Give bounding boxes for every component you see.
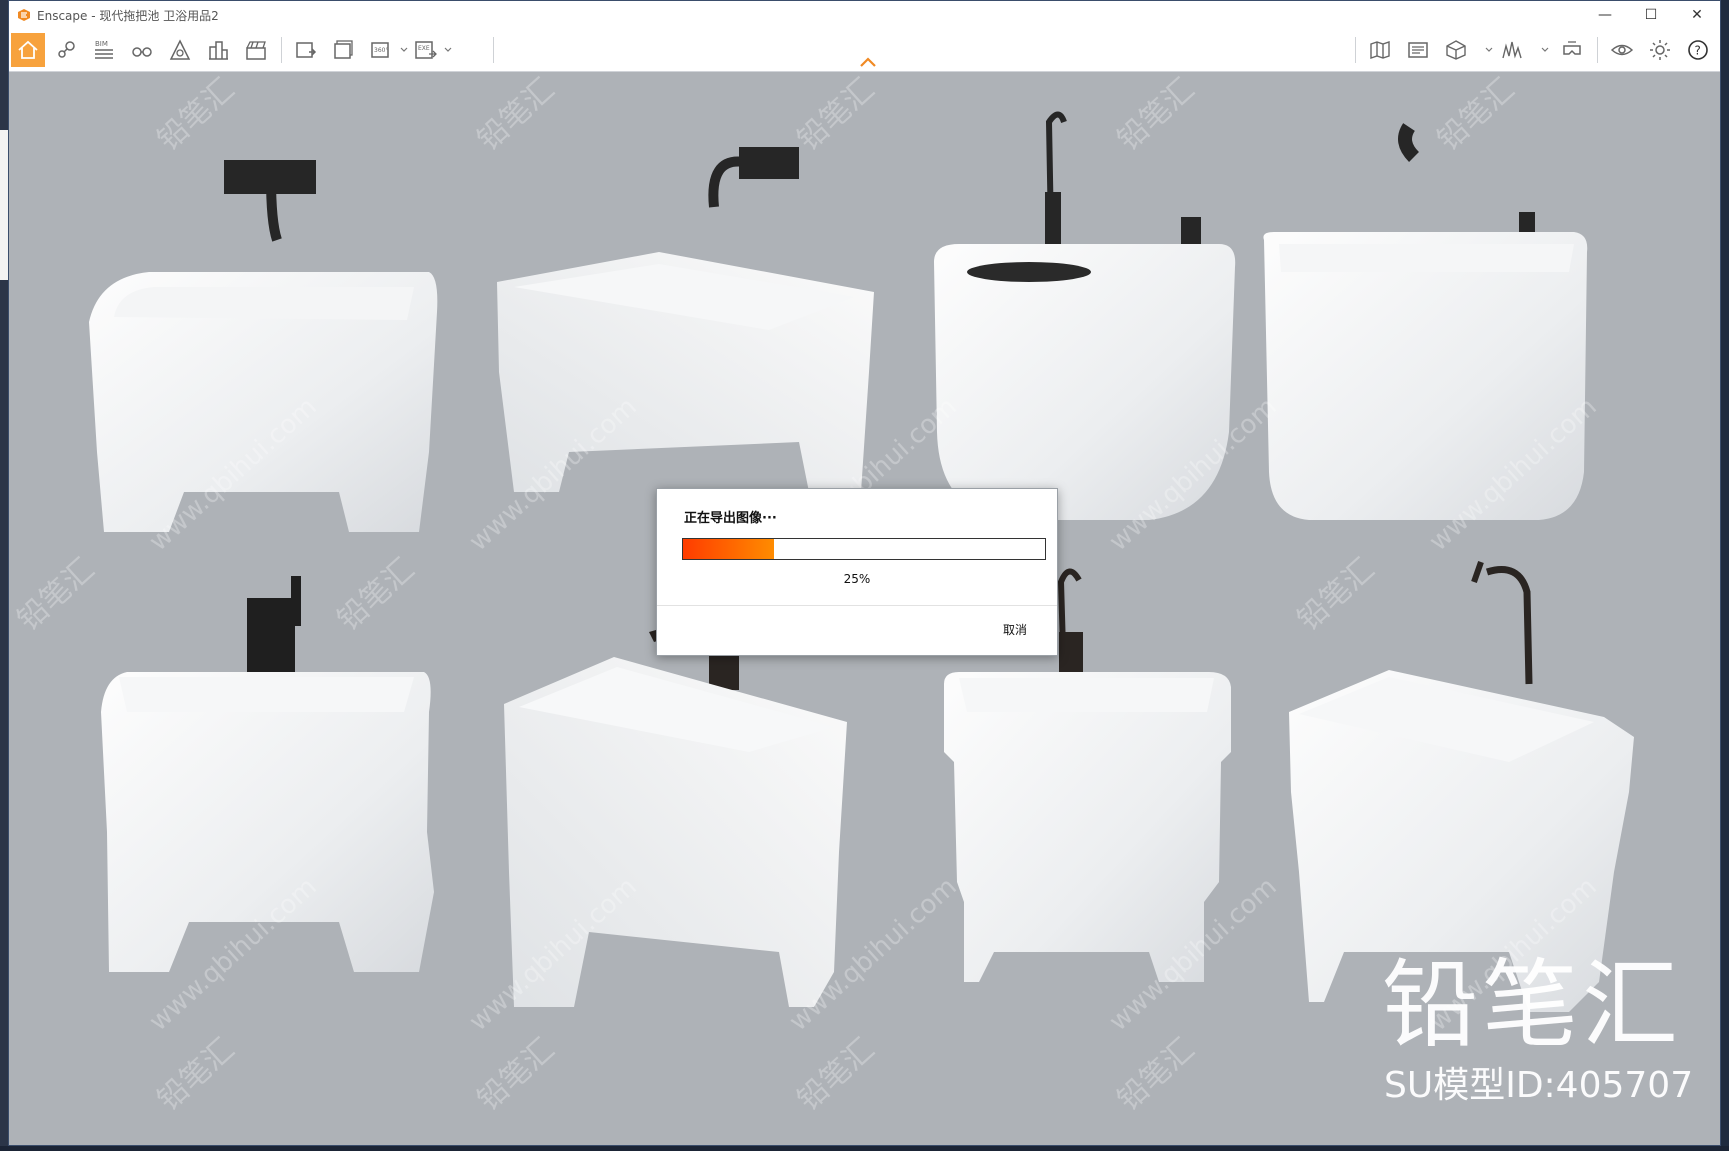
- sink-2: [497, 147, 874, 492]
- help-icon: ?: [1688, 40, 1708, 60]
- svg-text:铅笔汇: 铅笔汇: [151, 72, 241, 158]
- home-button[interactable]: [11, 33, 45, 67]
- dialog-title: 正在导出图像···: [684, 511, 777, 526]
- export-exe-icon: EXE: [415, 41, 437, 59]
- sink-1: [89, 160, 438, 532]
- render-settings-button[interactable]: [1401, 33, 1435, 67]
- cube-icon: [1446, 40, 1466, 60]
- buildings-button[interactable]: [201, 33, 235, 67]
- vr-headset-button[interactable]: [1555, 33, 1589, 67]
- svg-text:铅笔汇: 铅笔汇: [471, 1032, 561, 1118]
- svg-text:?: ?: [1695, 44, 1701, 58]
- desktop-window-edge: [0, 130, 8, 280]
- toolbar-separator: [1355, 37, 1356, 63]
- title-bar[interactable]: Enscape - 现代拖把池 卫浴用品2 — ☐ ✕: [9, 1, 1720, 29]
- panorama-360-icon: 360°: [371, 42, 389, 58]
- progress-bar-fill: [683, 539, 774, 559]
- chevron-down-icon[interactable]: [400, 46, 408, 54]
- svg-text:铅笔汇: 铅笔汇: [1431, 72, 1521, 158]
- toolbar-separator: [281, 37, 282, 63]
- export-exe-button[interactable]: EXE: [409, 33, 443, 67]
- export-progress-dialog: 正在导出图像··· 25% 取消: [656, 488, 1058, 656]
- help-button[interactable]: ?: [1681, 33, 1715, 67]
- svg-text:铅笔汇: 铅笔汇: [1291, 552, 1381, 638]
- binoculars-icon: [132, 47, 152, 57]
- asset-library-icon: [169, 39, 191, 60]
- vr-headset-icon: [1563, 41, 1581, 55]
- visibility-button[interactable]: [1605, 33, 1639, 67]
- cancel-button[interactable]: 取消: [1003, 621, 1027, 638]
- enscape-logo-icon: [18, 9, 30, 21]
- location-icon: [58, 41, 75, 58]
- sink-8: [1289, 561, 1634, 1012]
- bim-button[interactable]: BIM: [87, 33, 121, 67]
- collapse-toolbar-chevron-icon[interactable]: [859, 56, 877, 68]
- bim-icon: BIM: [95, 40, 113, 59]
- chart-button[interactable]: [1495, 33, 1529, 67]
- minimize-button[interactable]: —: [1582, 1, 1628, 29]
- screenshot-button[interactable]: [289, 33, 323, 67]
- screenshot-icon: [296, 42, 317, 58]
- desktop-bottom-edge: [0, 1146, 1729, 1151]
- svg-text:BIM: BIM: [95, 40, 108, 48]
- close-button[interactable]: ✕: [1674, 1, 1720, 29]
- render-settings-icon: [1408, 42, 1428, 58]
- svg-text:铅笔汇: 铅笔汇: [11, 552, 101, 638]
- model-id-label: SU模型ID:405707: [1384, 1065, 1694, 1106]
- progress-bar: [682, 538, 1046, 560]
- batch-render-icon: [334, 40, 353, 59]
- eye-icon: [1610, 44, 1634, 56]
- toolbar-separator: [493, 37, 494, 63]
- svg-text:360°: 360°: [374, 47, 388, 54]
- svg-text:EXE: EXE: [418, 45, 430, 52]
- map-icon: [1370, 41, 1390, 59]
- buildings-icon: [209, 41, 228, 60]
- home-icon: [18, 40, 38, 59]
- location-button[interactable]: [49, 33, 83, 67]
- svg-text:铅笔汇: 铅笔汇: [1111, 1032, 1201, 1118]
- svg-text:铅笔汇: 铅笔汇: [791, 72, 881, 158]
- brand-logo-text: 铅笔汇: [1382, 949, 1682, 1061]
- settings-button[interactable]: [1643, 33, 1677, 67]
- map-button[interactable]: [1363, 33, 1397, 67]
- dialog-divider: [657, 605, 1057, 606]
- panorama-button[interactable]: 360°: [365, 33, 399, 67]
- chevron-down-icon[interactable]: [444, 46, 452, 54]
- svg-text:铅笔汇: 铅笔汇: [151, 1032, 241, 1118]
- desktop-left-edge: [0, 0, 8, 1151]
- binoculars-button[interactable]: [125, 33, 159, 67]
- gear-icon: [1650, 40, 1670, 60]
- window-title: Enscape - 现代拖把池 卫浴用品2: [37, 8, 219, 23]
- cube-button[interactable]: [1439, 33, 1473, 67]
- progress-percent: 25%: [843, 572, 871, 586]
- svg-text:铅笔汇: 铅笔汇: [331, 552, 421, 638]
- chevron-down-icon[interactable]: [1485, 46, 1493, 54]
- chevron-down-icon[interactable]: [1541, 46, 1549, 54]
- svg-text:铅笔汇: 铅笔汇: [1111, 72, 1201, 158]
- svg-text:铅笔汇: 铅笔汇: [791, 1032, 881, 1118]
- asset-library-button[interactable]: [163, 33, 197, 67]
- clapper-icon: [246, 41, 266, 60]
- maximize-button[interactable]: ☐: [1628, 1, 1674, 29]
- toolbar-separator: [1597, 37, 1598, 63]
- chart-icon: [1502, 41, 1522, 59]
- svg-text:铅笔汇: 铅笔汇: [471, 72, 561, 158]
- batch-render-button[interactable]: [327, 33, 361, 67]
- video-editor-button[interactable]: [239, 33, 273, 67]
